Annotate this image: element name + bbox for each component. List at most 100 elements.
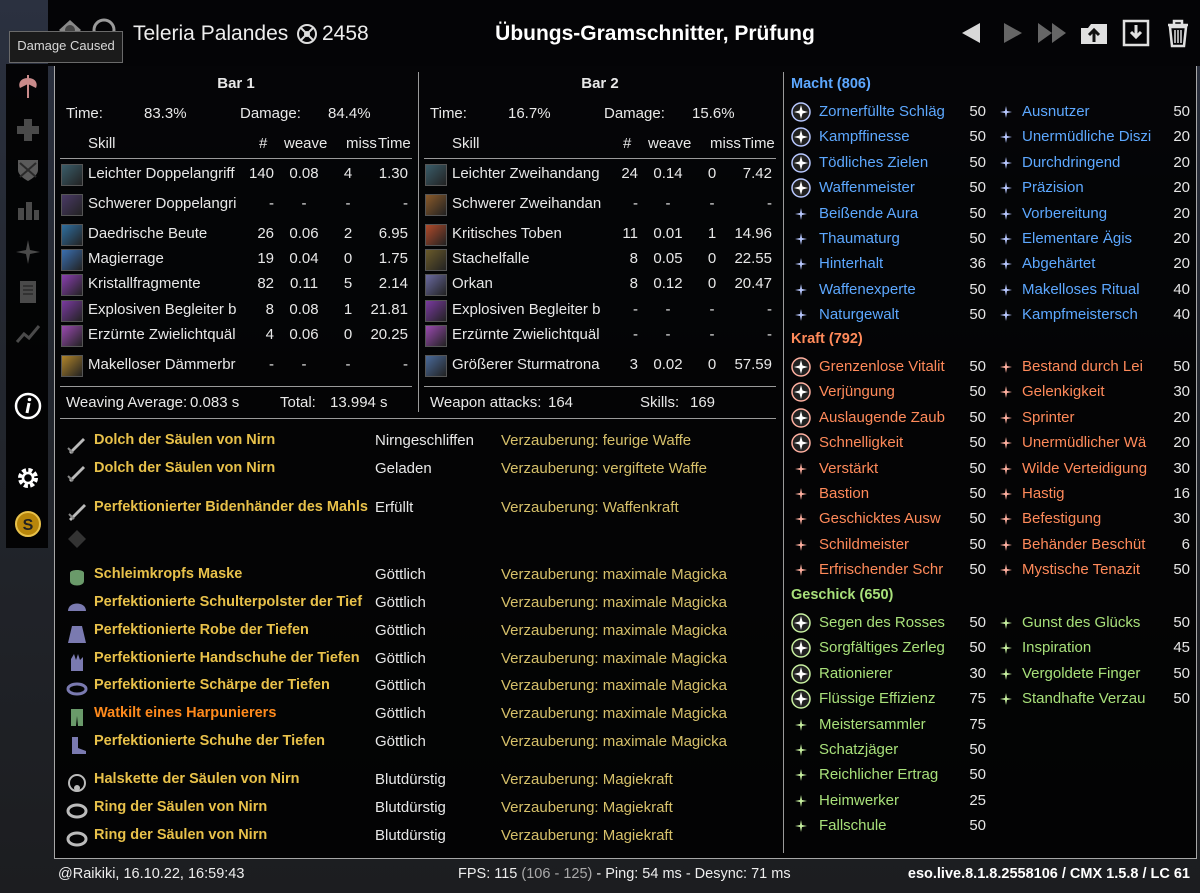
gear-name[interactable]: Ring der Säulen von Nirn [94,799,370,815]
sidebar: S [6,64,48,548]
cp-skill-name: Rationierer [819,664,893,682]
next-fight-button[interactable] [996,16,1028,50]
gear-name[interactable]: Watkilt eines Harpunierers [94,705,370,721]
skill-icon [61,224,83,246]
cp-skill-value: 36 [969,255,986,273]
damage-axe-icon[interactable] [14,72,42,100]
last-fight-button[interactable] [1036,16,1068,50]
cp-skill-value: 50 [969,128,986,146]
skill-weave: 0.14 [653,165,683,182]
skill-miss: 1 [343,301,353,318]
gear-name[interactable]: Dolch der Säulen von Nirn [94,432,370,448]
gear-trait: Erfüllt [375,499,414,516]
gear-trait: Göttlich [375,594,426,611]
skill-time: - [403,195,408,212]
gear-name[interactable]: Ring der Säulen von Nirn [94,827,370,843]
gear-name[interactable]: Perfektionierter Bidenhänder des Mahls [94,499,370,515]
spark-icon[interactable] [14,238,42,266]
gear-name[interactable]: Perfektionierte Schärpe der Tiefen [94,677,370,693]
column-header: Skill [88,135,116,152]
gear-name[interactable]: Perfektionierte Schuhe der Tiefen [94,733,370,749]
gear-top-line [60,418,776,419]
skill-icon [61,355,83,377]
cp-skill-name: Vergoldete Finger [1022,664,1141,682]
shield-icon[interactable] [14,156,42,184]
delete-icon[interactable] [1162,16,1194,50]
skill-count: 4 [265,326,274,343]
cp-skill-name: Verstärkt [819,459,879,477]
skill-count: 11 [622,225,638,242]
fps-value: FPS: 115 [458,866,518,882]
cp-tree-title: Kraft (792) [791,331,863,347]
upload-icon[interactable] [1078,16,1110,50]
column-header: Skill [452,135,480,152]
gear-trait: Göttlich [375,733,426,750]
skill-time: 20.47 [734,275,772,292]
skill-time: 20.25 [370,326,408,343]
skill-count: 8 [629,250,638,267]
skill-time: 57.59 [734,356,772,373]
damage-value: 84.4% [328,105,371,122]
cp-skill-value: 20 [1173,179,1190,197]
cp-skill-name: Thaumaturg [819,230,900,247]
cp-star-icon [791,204,811,224]
skill-name: Magierrage [88,250,164,267]
cp-skill-name: Elementare Ägis [1022,230,1133,247]
cp-star-icon [791,382,811,403]
addon-s-icon[interactable]: S [14,510,42,538]
svg-text:S: S [23,517,34,534]
skill-weave: - [665,195,671,212]
cp-star-icon [996,357,1016,377]
gear-name[interactable]: Perfektionierte Robe der Tiefen [94,622,370,638]
gear-name[interactable]: Dolch der Säulen von Nirn [94,460,370,476]
gear-enchantment: Verzauberung: maximale Magicka [501,677,727,694]
cp-star-icon [791,305,811,325]
skill-miss: - [345,195,351,212]
gear-name[interactable]: Perfektionierte Schulterpolster der Tief [94,594,370,610]
gear-name[interactable]: Perfektionierte Handschuhe der Tiefen [94,650,370,666]
skill-weave: 0.11 [289,275,319,292]
cp-skill-value: 20 [1173,230,1190,247]
cp-skill-value: 50 [969,766,986,784]
cp-skill-name: Durchdringend [1022,153,1121,171]
cp-star-icon [791,715,811,735]
gear-trait: Göttlich [375,677,426,694]
cp-star-icon [791,664,811,684]
time-value: 16.7% [508,105,551,122]
cp-skill-value: 25 [969,791,986,809]
cp-skill-value: 50 [969,179,986,197]
champion-points-icon [297,24,317,44]
gear-enchantment: Verzauberung: maximale Magicka [501,566,727,583]
cp-skill-value: 50 [1173,358,1190,375]
gear-name[interactable]: Schleimkropfs Maske [94,566,370,582]
healing-cross-icon[interactable] [14,116,42,144]
buffs-icon[interactable] [14,196,42,224]
gear-enchantment: Verzauberung: maximale Magicka [501,733,727,750]
skill-miss: 2 [343,225,353,242]
info-icon[interactable] [14,392,42,420]
cp-skill-value: 50 [969,103,986,120]
damage-label: Damage: [604,105,665,122]
cp-skill-name: Grenzenlose Vitalit [819,358,945,375]
cp-skill-value: 20 [1173,204,1190,222]
cp-skill-value: 20 [1173,128,1190,146]
cp-skill-name: Flüssige Effizienz [819,690,936,708]
cp-skill-value: 50 [1173,664,1190,682]
skill-miss: - [709,326,715,343]
cp-star-icon [791,740,811,760]
graph-icon[interactable] [14,320,42,348]
log-scroll-icon[interactable] [14,278,42,306]
cp-star-icon [791,254,811,274]
save-icon[interactable] [1120,16,1152,50]
gear-name[interactable]: Halskette der Säulen von Nirn [94,771,370,787]
necklace-icon [66,772,88,794]
skill-name: Leichter Doppelangriff [88,165,235,182]
cp-star-icon [791,357,811,377]
cp-skill-value: 50 [1173,561,1190,579]
cp-star-icon [791,509,811,529]
bar-footer-label: Total: [280,394,316,411]
settings-gear-icon[interactable] [14,464,42,492]
cp-skill-value: 30 [1173,510,1190,528]
previous-fight-button[interactable] [956,16,988,50]
cp-skill-value: 20 [1173,408,1190,426]
